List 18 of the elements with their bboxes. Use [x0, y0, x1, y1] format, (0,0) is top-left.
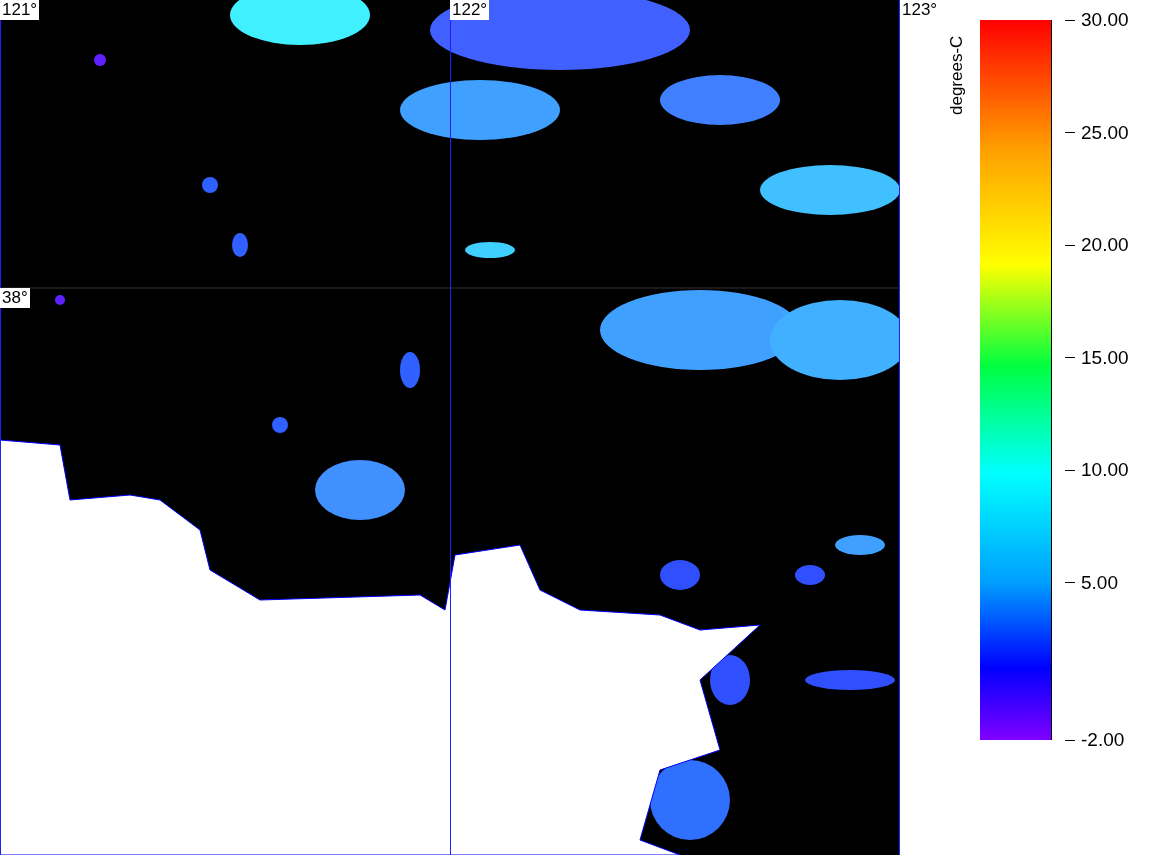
tick-label: 15.00 — [1081, 346, 1129, 369]
tick-mark — [1065, 357, 1075, 358]
colorbar-title: degrees-C — [947, 35, 967, 115]
tick-label: 20.00 — [1081, 234, 1129, 256]
longitude-label: 122° — [450, 0, 490, 20]
tick-label: 10.00 — [1081, 459, 1129, 481]
tick-label: -2.00 — [1081, 729, 1125, 751]
tick-mark — [1065, 739, 1075, 741]
tick-mark — [1065, 469, 1075, 471]
tick-label: 5.00 — [1081, 571, 1118, 594]
tick-mark — [1065, 19, 1075, 21]
tick-mark — [1065, 244, 1075, 246]
latitude-label: 38° — [0, 288, 30, 308]
tick-label: 30.00 — [1081, 9, 1129, 31]
tick-mark — [1065, 582, 1075, 583]
tick-mark — [1065, 132, 1075, 133]
tick-label: 25.00 — [1081, 121, 1129, 144]
longitude-label: 121° — [0, 0, 40, 20]
